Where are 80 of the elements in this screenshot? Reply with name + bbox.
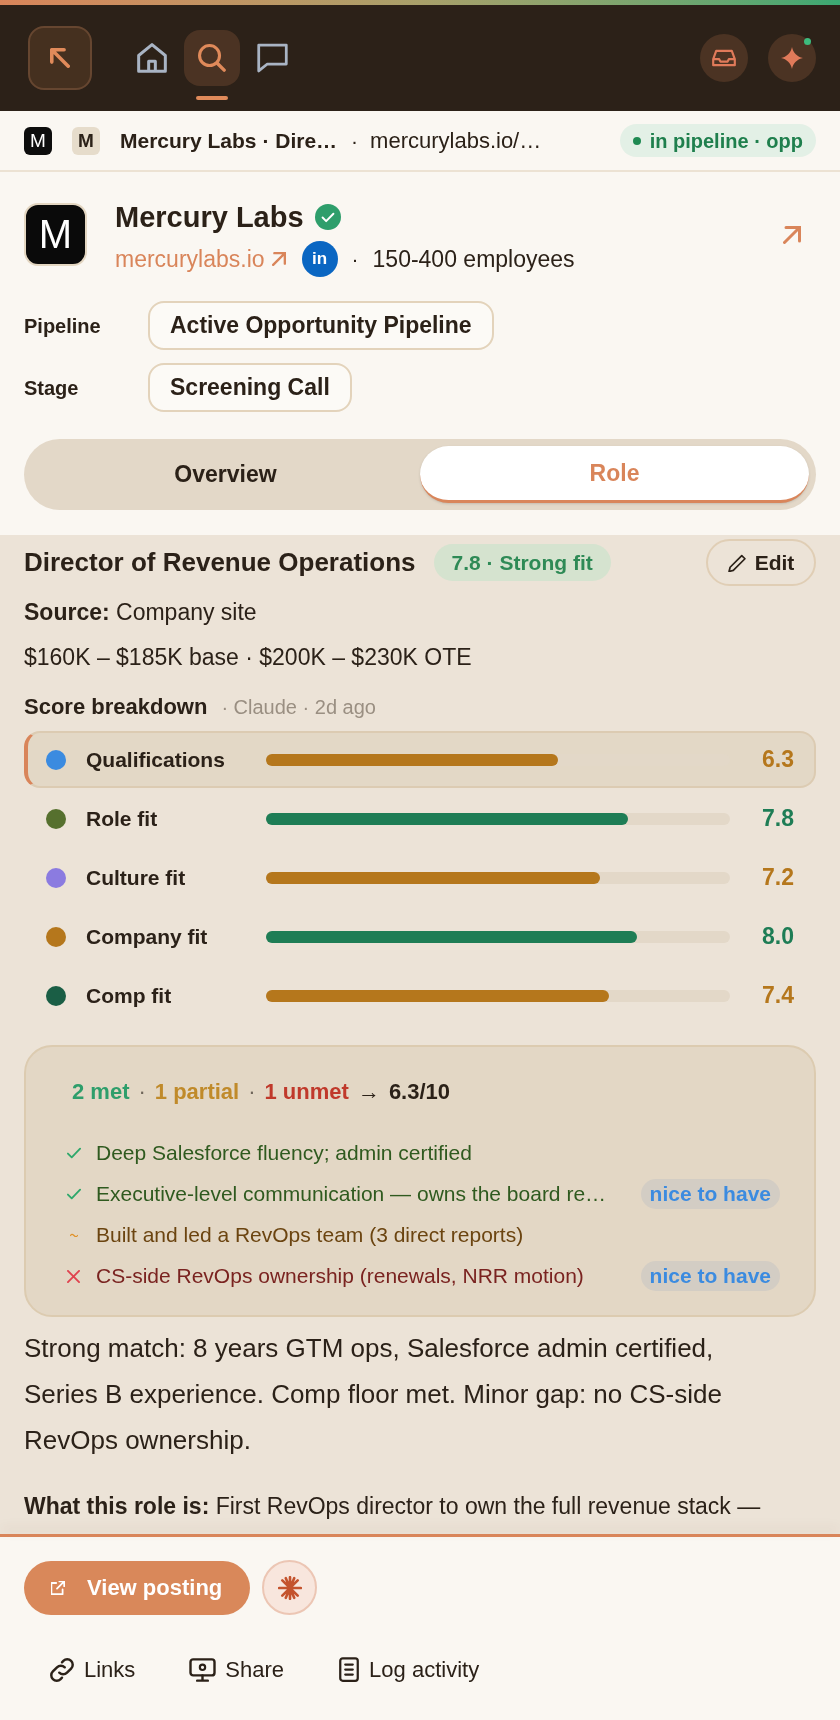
score-row[interactable]: Company fit 8.0	[24, 908, 816, 965]
requirement-text: CS-side RevOps ownership (renewals, NRR motion)	[96, 1263, 584, 1290]
nav-button[interactable]	[184, 30, 240, 86]
score-value: 6.3	[762, 745, 794, 775]
company-avatar: M	[72, 126, 100, 155]
open-external-button[interactable]	[782, 225, 802, 245]
chat-bubble-icon	[256, 43, 288, 73]
score-label: Comp fit	[86, 982, 173, 1009]
met-count: 2 met	[72, 1077, 130, 1106]
inbox-button[interactable]	[700, 34, 748, 82]
fit-score-badge: 7.8 · Strong fit	[433, 544, 611, 581]
summary-paragraph: Strong match: 8 years GTM ops, Salesforce admin certified, Series B experience. Comp floor met. Minor gap: no CS-side RevOps ownership.	[24, 1332, 723, 1457]
social-profile-link[interactable]: in	[301, 241, 338, 277]
check-icon	[67, 1147, 81, 1159]
arrow-symbol: →	[357, 1077, 380, 1106]
section-title: Score breakdown	[24, 693, 208, 721]
external-arrow-icon	[271, 252, 286, 266]
page-url: mercurylabs.io/…	[370, 127, 542, 155]
priority-tag: nice to have	[640, 1179, 780, 1209]
tilde-icon	[70, 1233, 78, 1237]
separator: ·	[351, 246, 359, 273]
home-icon	[137, 42, 167, 74]
requirement-text: Executive-level communication — owns the board re…	[96, 1181, 607, 1208]
requirement-text: Deep Salesforce fluency; admin certified	[96, 1140, 472, 1167]
score-value: 7.2	[762, 863, 794, 893]
assistant-button[interactable]	[768, 34, 816, 82]
score-row[interactable]: Comp fit 7.4	[24, 967, 816, 1024]
score-row[interactable]: Qualifications 6.3	[24, 731, 816, 788]
chain-link-icon	[49, 1656, 75, 1683]
favicon: M	[24, 126, 52, 155]
pencil-icon	[727, 553, 746, 572]
ai-assist-button[interactable]	[262, 1560, 317, 1615]
company-name: Mercury Labs	[115, 201, 304, 233]
score-value: 7.4	[762, 981, 794, 1011]
separator: ·	[138, 1077, 146, 1106]
unmet-count: 1 unmet	[264, 1077, 349, 1106]
search-icon	[198, 44, 226, 72]
cross-icon	[67, 1269, 80, 1283]
inbox-tray-icon	[712, 48, 736, 68]
partial-count: 1 partial	[154, 1077, 240, 1106]
separator: ·	[351, 127, 359, 154]
back-button[interactable]	[28, 26, 92, 90]
edit-button[interactable]: Edit	[706, 539, 816, 586]
total-score: 6.3/10	[388, 1077, 451, 1106]
footer-link[interactable]: Share	[189, 1653, 285, 1686]
document-lines-icon	[338, 1657, 361, 1682]
external-link-icon	[51, 1580, 65, 1595]
footer-link[interactable]: Log activity	[338, 1653, 480, 1686]
select-field[interactable]: Active Opportunity Pipeline	[148, 301, 494, 350]
asterisk-burst-icon	[277, 1575, 302, 1600]
employee-count: 150-400 employees	[372, 244, 575, 274]
company-logo: M	[24, 203, 87, 266]
arrow-up-left-icon	[50, 48, 70, 68]
score-value: 7.8	[762, 804, 794, 834]
select-field[interactable]: Screening Call	[148, 363, 352, 412]
sparkle-icon	[781, 47, 803, 69]
external-arrow-icon	[783, 226, 801, 244]
score-label: Role fit	[86, 805, 159, 832]
score-row[interactable]: Culture fit 7.2	[24, 849, 816, 906]
tab[interactable]: Overview	[31, 446, 420, 503]
score-row[interactable]: Role fit 7.8	[24, 790, 816, 847]
score-value: 8.0	[762, 922, 794, 952]
page-title: Mercury Labs · Dire…	[120, 127, 338, 154]
compensation-text: $160K – $185K base · $200K – $230K OTE	[24, 643, 473, 672]
role-description: What this role is: First RevOps director to own the full revenue stack —	[24, 1492, 762, 1521]
field-label: Pipeline	[24, 313, 102, 339]
score-label: Culture fit	[86, 864, 187, 891]
footer-link[interactable]: Links	[49, 1653, 136, 1686]
section-meta: · Claude · 2d ago	[221, 695, 376, 720]
role-title: Director of Revenue Operations	[24, 546, 416, 579]
field-label: Stage	[24, 375, 80, 401]
status-text: in pipeline · opp	[649, 128, 803, 154]
score-label: Company fit	[86, 923, 209, 950]
check-icon	[67, 1188, 81, 1200]
score-label: Qualifications	[86, 746, 226, 773]
separator: ·	[248, 1077, 256, 1106]
priority-tag: nice to have	[640, 1261, 780, 1291]
requirement-text: Built and led a RevOps team (3 direct reports)	[96, 1222, 524, 1249]
monitor-icon	[189, 1657, 217, 1682]
source-text: Source: Company site	[24, 598, 258, 627]
